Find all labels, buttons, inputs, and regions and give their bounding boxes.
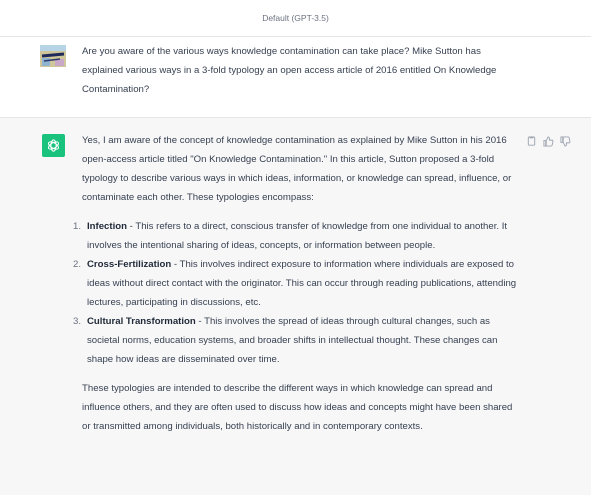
thumbs-up-icon[interactable] — [543, 134, 554, 147]
user-message-row: Are you aware of the various ways knowle… — [0, 37, 591, 118]
list-item: 2. Cross-Fertilization - This involves i… — [73, 255, 520, 312]
list-item: 1. Infection - This refers to a direct, … — [73, 217, 520, 255]
list-item-text: - This refers to a direct, conscious tra… — [87, 221, 508, 251]
assistant-intro: Yes, I am aware of the concept of knowle… — [82, 135, 512, 203]
model-label[interactable]: Default (GPT-3.5) — [262, 13, 329, 23]
copy-icon[interactable] — [526, 134, 537, 146]
user-message-text-container: Are you aware of the various ways knowle… — [82, 42, 520, 99]
user-avatar — [40, 45, 66, 67]
user-message-text: Are you aware of the various ways knowle… — [82, 46, 497, 95]
assistant-message-row: Yes, I am aware of the concept of knowle… — [0, 118, 591, 495]
thumbs-down-icon[interactable] — [560, 134, 571, 147]
list-number: 1. — [73, 221, 82, 232]
list-item-title: Cross-Fertilization — [87, 259, 172, 270]
list-item-title: Infection — [87, 221, 127, 232]
list-number: 3. — [73, 316, 82, 327]
assistant-message-text-container: Yes, I am aware of the concept of knowle… — [73, 131, 520, 436]
list-item: 3. Cultural Transformation - This involv… — [73, 312, 520, 369]
list-number: 2. — [73, 259, 82, 270]
message-actions — [526, 134, 571, 147]
openai-logo-icon — [42, 134, 65, 157]
top-bar: Default (GPT-3.5) — [0, 0, 591, 37]
list-item-title: Cultural Transformation — [87, 316, 196, 327]
assistant-closing: These typologies are intended to describ… — [82, 383, 513, 432]
typology-list: 1. Infection - This refers to a direct, … — [73, 217, 520, 369]
